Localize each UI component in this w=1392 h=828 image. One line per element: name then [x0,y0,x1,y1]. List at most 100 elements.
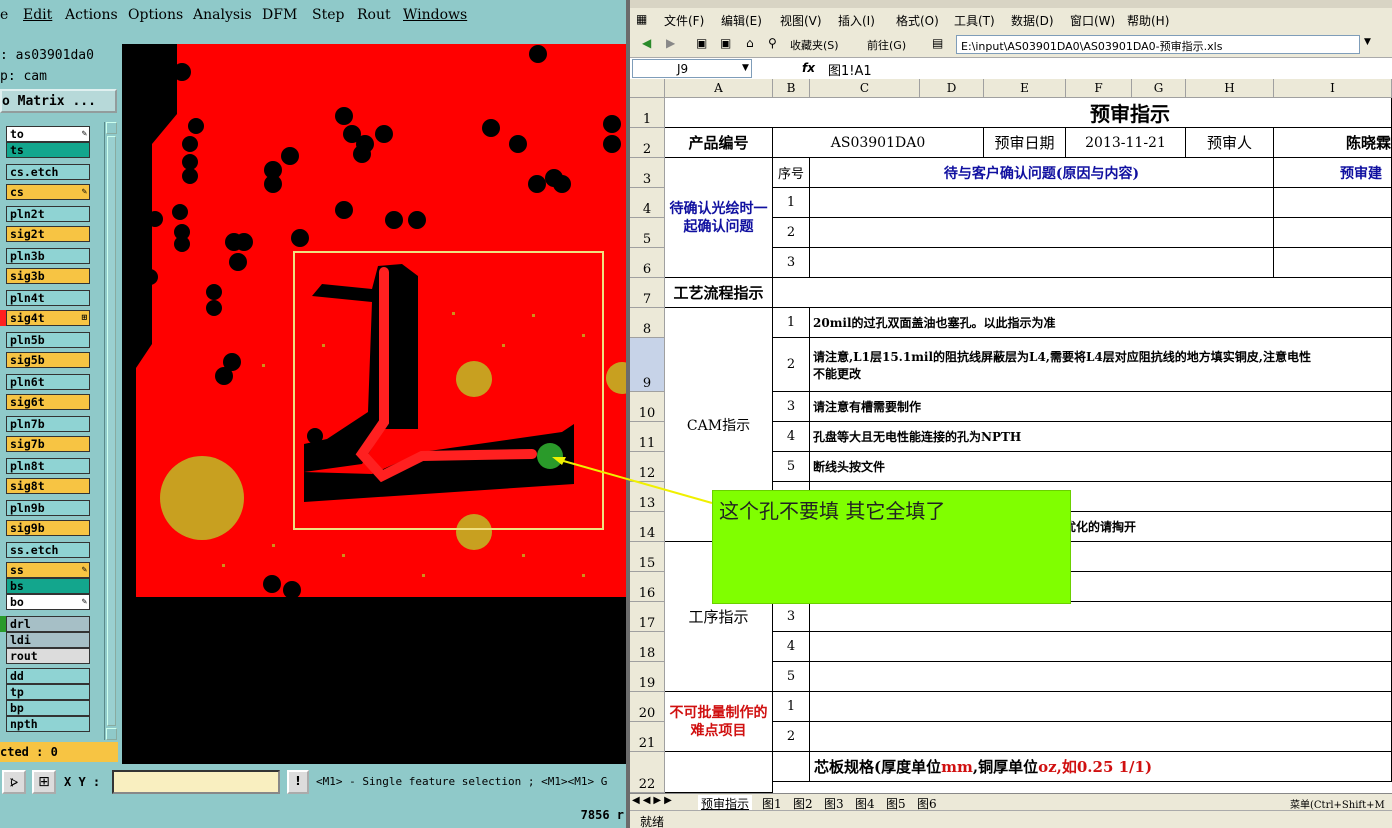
menu-actions[interactable]: Actions [65,7,118,23]
name-box[interactable]: J9 [632,59,752,78]
grid-snap-icon[interactable]: ⊞ [32,770,56,794]
layer-npth[interactable]: npth [6,716,90,732]
pcb-canvas[interactable] [122,44,626,764]
cam-item-2[interactable]: 请注意,L1层15.1mil的阻抗线屏蔽层为L4,需要将L4层对应阻抗线的地方填… [810,338,1392,392]
process-item-3[interactable] [810,602,1392,632]
layer-ss[interactable]: ss ✎ [6,562,90,578]
row-header-19[interactable]: 19 [630,662,665,692]
menu-analysis[interactable]: Analysis [193,7,252,23]
refresh-icon[interactable]: ▣ [720,36,731,50]
core-spec-header[interactable]: 芯板规格(厚度单位 mm ,铜厚单位 oz ,如0.25 1/1) [810,752,1392,782]
cam-num-4[interactable]: 4 [773,422,810,452]
confirm-label[interactable]: 待确认光绘时一起确认问题 [665,158,773,278]
row-header-7[interactable]: 7 [630,278,665,308]
xmenu-help[interactable]: 帮助(H) [1127,12,1169,29]
col-header-f[interactable]: F [1066,79,1132,98]
row-header-10[interactable]: 10 [630,392,665,422]
cam-num-5[interactable]: 5 [773,452,810,482]
menu-options[interactable]: Options [128,7,183,23]
difficulty-item-1[interactable] [810,692,1392,722]
row-header-8[interactable]: 8 [630,308,665,338]
layer-tp[interactable]: tp [6,684,90,700]
flow-label[interactable]: 工艺流程指示 [665,278,773,308]
process-item-4[interactable] [810,632,1392,662]
cam-num-2[interactable]: 2 [773,338,810,392]
confirm-suggest-2[interactable] [1274,218,1392,248]
layer-pln8t[interactable]: pln8t [6,458,90,474]
row-header-18[interactable]: 18 [630,632,665,662]
col-header-g[interactable]: G [1132,79,1186,98]
menu-edit[interactable]: Edit [23,7,52,23]
col-header-d[interactable]: D [920,79,984,98]
row-header-1[interactable]: 1 [630,98,665,128]
confirm-suggest-3[interactable] [1274,248,1392,278]
spec-num-cell[interactable] [773,752,810,782]
search-icon[interactable]: ⚲ [768,36,777,50]
xy-input[interactable] [112,770,280,794]
row-header-16[interactable]: 16 [630,572,665,602]
callout-note[interactable]: 这个孔不要填 其它全填了 [712,490,1071,604]
menu-rout[interactable]: Rout [357,7,391,23]
col-header-b[interactable]: B [773,79,810,98]
spreadsheet-grid[interactable]: A B C D E F G H I 1 2 3 4 5 6 7 8 9 10 11 12 13 14 15 1… [630,79,1392,793]
layer-list-scrollbar[interactable] [104,122,118,740]
difficulty-num-1[interactable]: 1 [773,692,810,722]
pen-icon[interactable]: ✎ [82,185,87,199]
cam-item-1[interactable]: 20mil的过孔双面盖油也塞孔。以此指示为准 [810,308,1392,338]
process-num-3[interactable]: 3 [773,602,810,632]
col-header-h[interactable]: H [1186,79,1274,98]
row-header-6[interactable]: 6 [630,248,665,278]
address-dropdown-icon[interactable]: ▼ [1364,37,1371,47]
date-value[interactable]: 2013-11-21 [1066,128,1186,158]
sheet-title[interactable]: 预审指示 [665,98,1392,128]
layer-sig7b[interactable]: sig7b [6,436,90,452]
layer-cs[interactable]: cs ✎ [6,184,90,200]
layer-sig6t[interactable]: sig6t [6,394,90,410]
confirm-suggest-1[interactable] [1274,188,1392,218]
confirm-item-1[interactable] [810,188,1274,218]
cam-num-1[interactable]: 1 [773,308,810,338]
layer-pln3b[interactable]: pln3b [6,248,90,264]
layer-sig5b[interactable]: sig5b [6,352,90,368]
col-header-a[interactable]: A [665,79,773,98]
xmenu-view[interactable]: 视图(V) [780,12,822,29]
layer-drl[interactable]: drl [6,616,90,632]
row-header-21[interactable]: 21 [630,722,665,752]
process-num-5[interactable]: 5 [773,662,810,692]
namebox-dropdown-icon[interactable]: ▼ [742,63,749,73]
menu-step[interactable]: Step [312,7,344,23]
xmenu-edit[interactable]: 编辑(E) [721,12,762,29]
layer-pln2t[interactable]: pln2t [6,206,90,222]
scroll-up-icon[interactable] [106,122,117,134]
cam-item-5[interactable]: 断线头按文件 [810,452,1392,482]
confirm-num-2[interactable]: 2 [773,218,810,248]
pen-icon[interactable]: ✎ [82,563,87,577]
row-header-22[interactable]: 22 [630,752,665,793]
menu-windows[interactable]: Windows [403,7,467,23]
layer-pln6t[interactable]: pln6t [6,374,90,390]
layer-bs[interactable]: bs [6,578,90,594]
row-header-11[interactable]: 11 [630,422,665,452]
xmenu-insert[interactable]: 插入(I) [838,12,875,29]
process-num-4[interactable]: 4 [773,632,810,662]
layer-bo[interactable]: bo ✎ [6,594,90,610]
back-icon[interactable]: ◀ [642,36,651,50]
menu-file[interactable]: e [0,7,8,23]
layer-bp[interactable]: bp [6,700,90,716]
address-field[interactable]: E:\input\AS03901DA0\AS03901DA0-预审指示.xls [956,35,1360,54]
forward-icon[interactable]: ▶ [666,36,675,50]
layer-sig8t[interactable]: sig8t [6,478,90,494]
layer-pln5b[interactable]: pln5b [6,332,90,348]
cam-item-4[interactable]: 孔盘等大且无电性能连接的孔为NPTH [810,422,1392,452]
xmenu-window[interactable]: 窗口(W) [1070,12,1115,29]
reviewer-value[interactable]: 陈晓霖 [1274,128,1392,158]
cam-item-3[interactable]: 请注意有槽需要制作 [810,392,1392,422]
layer-pln9b[interactable]: pln9b [6,500,90,516]
goto-menu[interactable]: 前往(G) [867,37,906,53]
layer-cs-etch[interactable]: cs.etch [6,164,90,180]
stop-icon[interactable]: ▣ [696,36,707,50]
product-label[interactable]: 产品编号 [665,128,773,158]
xmenu-format[interactable]: 格式(O) [896,12,939,29]
spec-label-cell[interactable] [665,752,773,793]
row-header-5[interactable]: 5 [630,218,665,248]
